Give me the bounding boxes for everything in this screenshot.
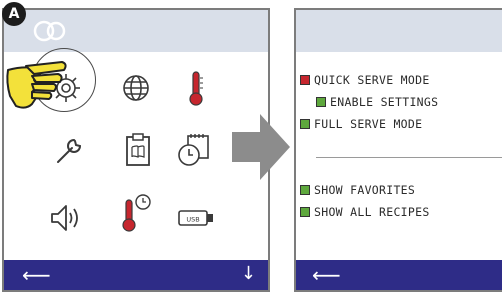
left-navigation-bar: ⟵ ↓ <box>4 260 268 290</box>
menu-item-label: QUICK SERVE MODE <box>314 73 430 87</box>
menu-item-quick-serve[interactable]: QUICK SERVE MODE <box>300 72 430 88</box>
left-device-screen: USB ⟵ ↓ <box>2 8 270 292</box>
checkbox-green[interactable] <box>300 185 310 195</box>
pointing-hand-icon <box>6 61 67 109</box>
svg-text:USB: USB <box>186 216 199 224</box>
back-arrow-icon[interactable]: ⟵ <box>312 265 341 285</box>
left-header-bar <box>4 10 268 52</box>
right-navigation-bar: ⟵ <box>296 260 502 290</box>
usb-drive-icon[interactable]: USB <box>174 196 218 240</box>
back-arrow-icon[interactable]: ⟵ <box>22 265 51 285</box>
checkbox-red[interactable] <box>300 75 310 85</box>
checkbox-green[interactable] <box>300 119 310 129</box>
thermometer-alarm-icon[interactable] <box>114 190 158 234</box>
menu-item-full-serve[interactable]: FULL SERVE MODE <box>300 116 422 132</box>
menu-item-enable-settings[interactable]: ENABLE SETTINGS <box>316 94 438 110</box>
menu-item-show-all-recipes[interactable]: SHOW ALL RECIPES <box>300 204 430 220</box>
wrench-icon[interactable] <box>48 128 92 172</box>
menu-item-label: SHOW FAVORITES <box>314 183 416 197</box>
checkbox-green[interactable] <box>316 97 326 107</box>
globe-icon[interactable] <box>114 66 158 110</box>
checkbox-green[interactable] <box>300 207 310 217</box>
recipe-book-icon[interactable] <box>116 128 160 172</box>
menu-item-label: SHOW ALL RECIPES <box>314 205 430 219</box>
thermometer-icon[interactable] <box>174 66 218 110</box>
down-arrow-icon[interactable]: ↓ <box>241 264 256 284</box>
clock-calendar-icon[interactable] <box>172 128 216 172</box>
brand-watermark-icon <box>33 20 66 42</box>
menu-item-show-favorites[interactable]: SHOW FAVORITES <box>300 182 415 198</box>
callout-label: A <box>2 2 26 26</box>
right-header-bar <box>296 10 502 52</box>
right-device-screen: QUICK SERVE MODE ENABLE SETTINGS FULL SE… <box>294 8 502 292</box>
transition-arrow-icon <box>232 114 290 180</box>
menu-divider <box>316 157 502 158</box>
speaker-volume-icon[interactable] <box>44 196 88 240</box>
menu-item-label: FULL SERVE MODE <box>314 117 423 131</box>
menu-item-label: ENABLE SETTINGS <box>330 95 439 109</box>
